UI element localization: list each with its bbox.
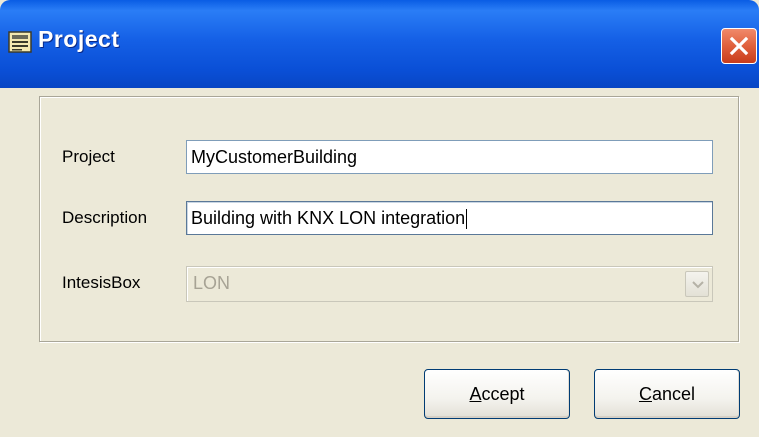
title-bar[interactable]: Project [0,0,759,88]
text-caret [466,209,468,230]
cancel-label: ancel [651,384,696,404]
close-icon [729,36,749,56]
accept-button[interactable]: Accept [424,369,570,419]
database-window-icon [8,31,32,53]
intesisbox-select[interactable]: LON [186,266,713,302]
window-title: Project [38,26,120,52]
description-input[interactable]: Building with KNX LON integration [186,201,713,235]
project-label: Project [62,147,115,166]
cancel-mnemonic: C [638,384,652,404]
cancel-button[interactable]: Cancel [594,369,740,419]
description-value: Building with KNX LON integration [191,208,466,228]
chevron-down-icon [692,281,704,289]
intesisbox-selected-value: LON [193,273,231,293]
intesisbox-label: IntesisBox [62,273,141,292]
dropdown-arrow-button[interactable] [685,271,709,297]
accept-label: ccept [481,384,525,404]
project-dialog: Project Project MyCustomerBuilding Descr… [0,0,759,437]
close-button[interactable] [721,28,757,64]
accept-mnemonic: A [469,384,482,404]
project-input[interactable]: MyCustomerBuilding [186,140,713,174]
description-label: Description [62,208,148,227]
